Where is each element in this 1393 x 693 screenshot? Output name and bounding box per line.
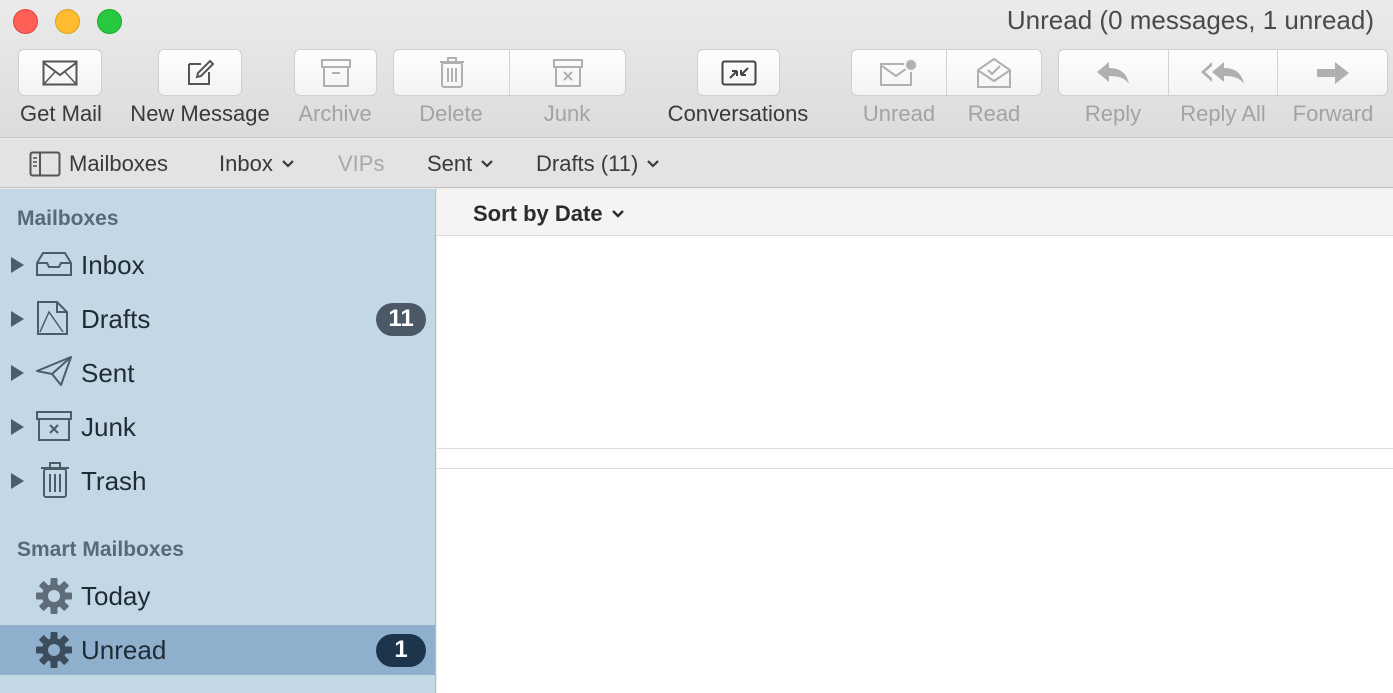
disclosure-triangle-icon[interactable]: [11, 365, 24, 381]
conversations-label: Conversations: [667, 101, 809, 126]
preview-divider[interactable]: [437, 468, 1393, 469]
message-list-pane: Sort by Date: [437, 189, 1393, 693]
unread-count-badge: 1: [376, 633, 426, 667]
sidebar-toggle-icon: [29, 151, 61, 177]
chevron-down-icon: [611, 210, 624, 218]
forward-button[interactable]: [1277, 50, 1387, 95]
unread-read-segment: [851, 49, 1042, 96]
disclosure-triangle-icon[interactable]: [11, 311, 24, 327]
trash-icon: [41, 462, 69, 498]
get-mail-button[interactable]: [18, 49, 102, 96]
sidebar-item-trash[interactable]: Trash: [0, 456, 435, 506]
list-divider: [437, 448, 1393, 449]
disclosure-triangle-icon[interactable]: [11, 419, 24, 435]
collapse-conversations-icon: [721, 60, 756, 85]
reply-arrow-icon: [1097, 61, 1130, 84]
mark-unread-button[interactable]: [852, 50, 946, 95]
favorites-vips-button[interactable]: VIPs: [338, 151, 384, 177]
delete-junk-segment: [393, 49, 626, 96]
favorites-inbox-label: Inbox: [219, 151, 273, 176]
inbox-icon: [36, 252, 72, 276]
mailbox-sidebar: Mailboxes Inbox Drafts 11 Sent Junk Tras…: [0, 189, 436, 693]
chevron-down-icon: [647, 160, 660, 168]
gear-icon: [36, 578, 72, 614]
sort-by-date-button[interactable]: Sort by Date: [473, 201, 625, 227]
favorites-inbox-button[interactable]: Inbox: [219, 151, 295, 177]
mark-read-button[interactable]: [946, 50, 1041, 95]
delete-button[interactable]: [394, 50, 509, 95]
unread-count-badge: 11: [376, 302, 426, 336]
sidebar-item-label: Unread: [81, 634, 167, 665]
junk-button[interactable]: [509, 50, 625, 95]
reply-all-label: Reply All: [1180, 101, 1266, 126]
junk-label: Junk: [543, 101, 591, 126]
minimize-window-button[interactable]: [55, 9, 80, 34]
get-mail-label: Get Mail: [20, 101, 102, 126]
favorites-sent-label: Sent: [427, 151, 473, 176]
favorites-mailboxes-label: Mailboxes: [69, 151, 169, 176]
paper-plane-icon: [36, 356, 72, 386]
smart-mailboxes-section-header: Smart Mailboxes: [17, 538, 184, 561]
gear-icon: [36, 632, 72, 668]
sort-label: Sort by Date: [473, 201, 603, 226]
sidebar-item-label: Inbox: [81, 249, 145, 280]
drafts-icon: [37, 301, 68, 335]
sidebar-item-unread[interactable]: Unread 1: [0, 625, 435, 675]
archive-label: Archive: [298, 101, 372, 126]
disclosure-triangle-icon[interactable]: [11, 257, 24, 273]
sort-bar: Sort by Date: [437, 189, 1393, 236]
archive-button[interactable]: [294, 49, 377, 96]
reply-label: Reply: [1084, 101, 1142, 126]
favorites-bar: Mailboxes Inbox VIPs Sent Drafts (11): [0, 139, 1393, 188]
close-window-button[interactable]: [13, 9, 38, 34]
window-toolbar: Unread (0 messages, 1 unread) Get Mail N…: [0, 0, 1393, 138]
forward-arrow-icon: [1316, 61, 1349, 84]
favorites-mailboxes-button[interactable]: Mailboxes: [29, 151, 168, 177]
sidebar-item-inbox[interactable]: Inbox: [0, 240, 435, 290]
mailboxes-section-header: Mailboxes: [17, 207, 119, 230]
new-message-label: New Message: [130, 101, 270, 126]
chevron-down-icon: [481, 160, 494, 168]
sidebar-item-sent[interactable]: Sent: [0, 348, 435, 398]
read-envelope-icon: [977, 57, 1011, 88]
sidebar-item-label: Junk: [81, 411, 136, 442]
sidebar-item-label: Trash: [81, 465, 147, 496]
disclosure-triangle-icon[interactable]: [11, 473, 24, 489]
favorites-sent-button[interactable]: Sent: [427, 151, 494, 177]
unread-envelope-icon: [880, 57, 918, 86]
reply-segment: [1058, 49, 1388, 96]
sidebar-item-today[interactable]: Today: [0, 571, 435, 621]
read-label: Read: [967, 101, 1021, 126]
favorites-vips-label: VIPs: [338, 151, 385, 176]
window-title: Unread (0 messages, 1 unread): [1006, 5, 1374, 35]
conversations-button[interactable]: [697, 49, 780, 96]
trash-icon: [439, 56, 464, 88]
junk-icon: [552, 58, 583, 87]
sidebar-item-drafts[interactable]: Drafts 11: [0, 294, 435, 344]
compose-icon: [188, 59, 215, 85]
reply-all-arrow-icon: [1201, 61, 1244, 84]
unread-label: Unread: [862, 101, 936, 126]
reply-all-button[interactable]: [1167, 50, 1278, 95]
favorites-drafts-button[interactable]: Drafts (11): [536, 151, 660, 177]
junk-icon: [36, 411, 72, 441]
sidebar-item-junk[interactable]: Junk: [0, 402, 435, 452]
forward-label: Forward: [1292, 101, 1374, 126]
zoom-window-button[interactable]: [97, 9, 122, 34]
sidebar-item-label: Drafts: [81, 303, 151, 334]
sidebar-item-label: Sent: [81, 357, 135, 388]
favorites-drafts-label: Drafts (11): [536, 151, 639, 176]
new-message-button[interactable]: [158, 49, 242, 96]
chevron-down-icon: [282, 160, 294, 168]
reply-button[interactable]: [1059, 50, 1168, 95]
sidebar-item-label: Today: [81, 580, 151, 611]
archive-icon: [320, 58, 351, 87]
delete-label: Delete: [419, 101, 483, 126]
envelope-icon: [42, 60, 78, 85]
